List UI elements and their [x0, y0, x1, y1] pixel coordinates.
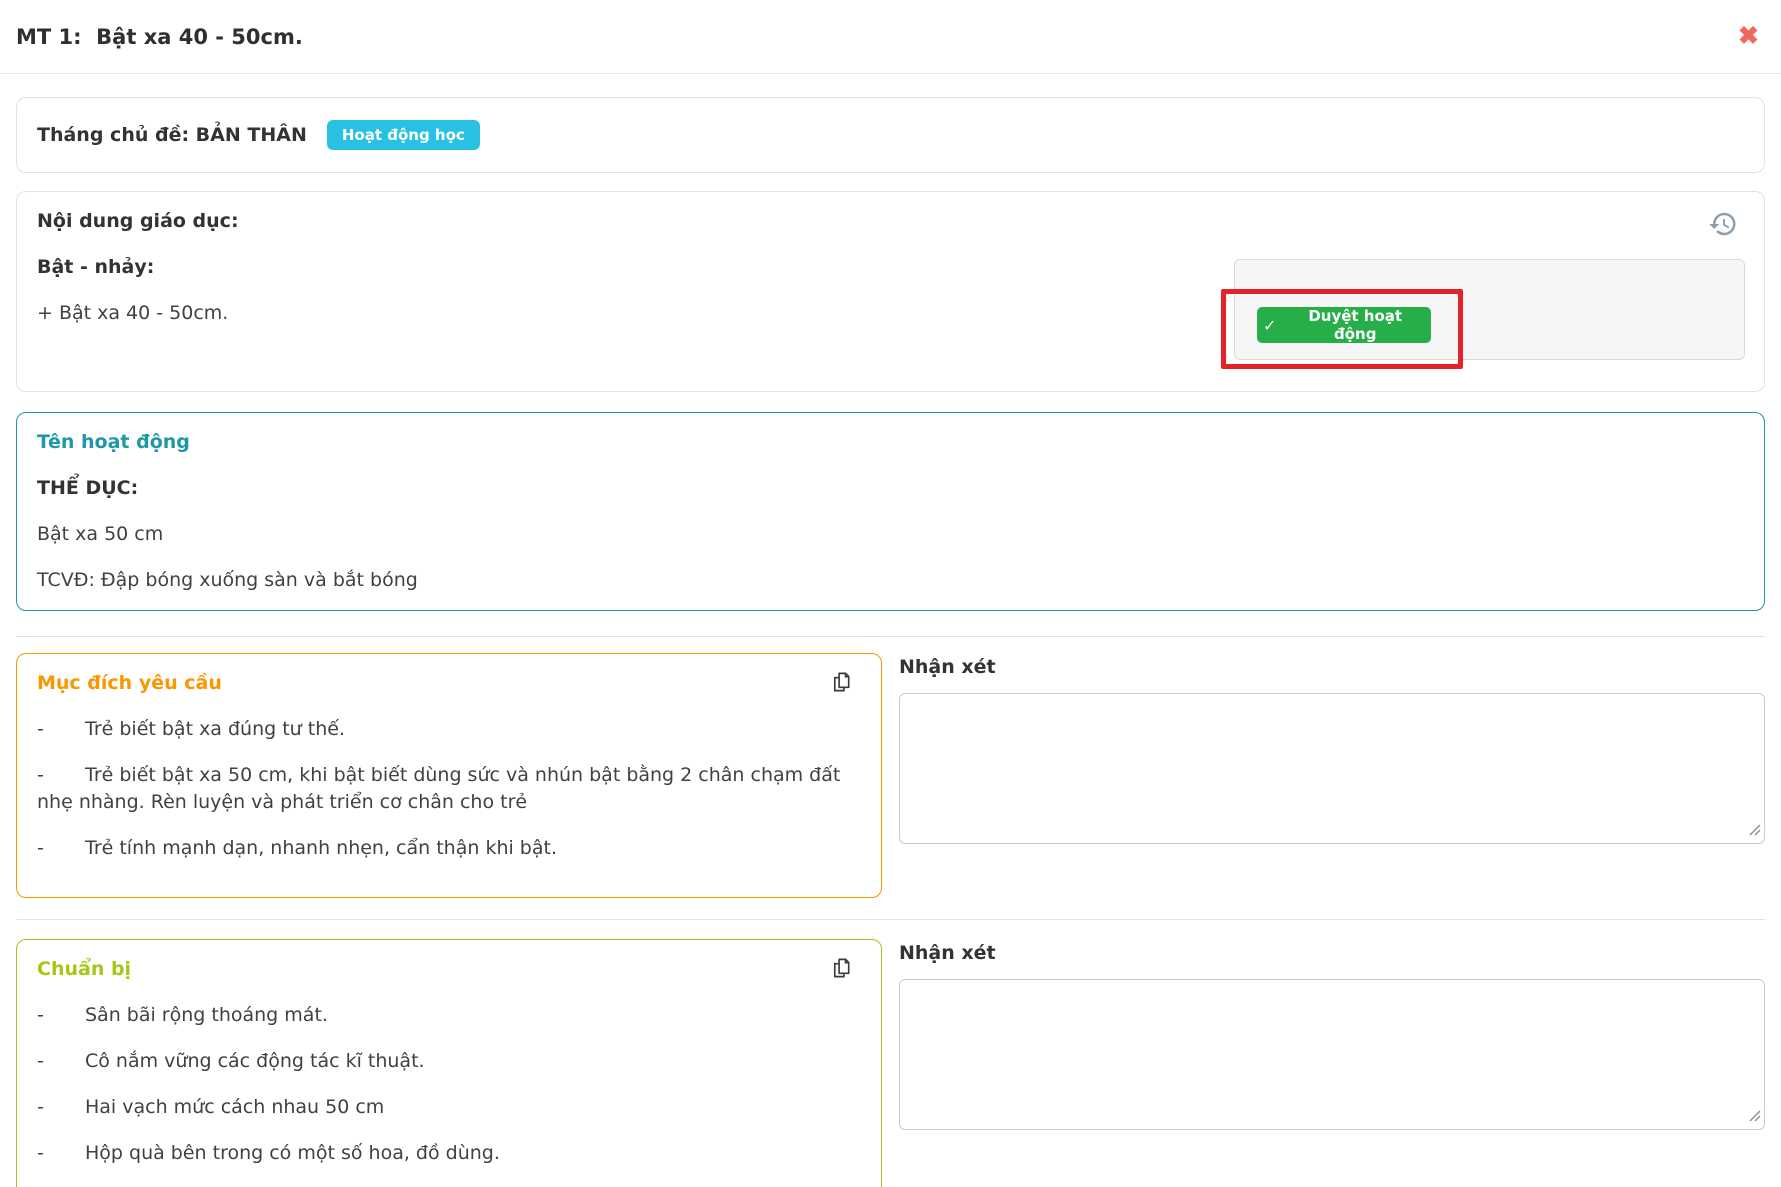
- copy-button[interactable]: [830, 670, 853, 697]
- list-item: -Trẻ biết bật xa đúng tư thế.: [37, 716, 861, 743]
- comment-label: Nhận xét: [899, 654, 1765, 681]
- approve-activity-label: Duyệt hoạt động: [1285, 307, 1425, 343]
- list-item: -Hai vạch mức cách nhau 50 cm: [37, 1094, 861, 1121]
- preparation-title: Chuẩn bị: [37, 956, 861, 983]
- list-item: -Sân bãi rộng thoáng mát.: [37, 1002, 861, 1029]
- preparation-comment-textarea[interactable]: [899, 979, 1765, 1130]
- month-theme-title: Tháng chủ đề: BẢN THÂN: [37, 124, 307, 146]
- list-item: -Trẻ biết bật xa 50 cm, khi bật biết dùn…: [37, 762, 861, 816]
- month-theme-card: Tháng chủ đề: BẢN THÂN Hoạt động học: [16, 97, 1765, 173]
- comment-textarea-wrap: [899, 693, 1765, 844]
- preparation-card: Chuẩn bị -Sân bãi rộng thoáng mát. -Cô n…: [16, 939, 882, 1187]
- close-button[interactable]: ✖: [1734, 20, 1763, 53]
- resize-handle-icon[interactable]: [1749, 1107, 1761, 1126]
- copy-icon: [830, 968, 853, 983]
- close-icon: ✖: [1738, 22, 1759, 50]
- page-title: MT 1: Bật xa 40 - 50cm.: [16, 25, 303, 49]
- copy-button[interactable]: [830, 956, 853, 983]
- approve-panel: ✓ Duyệt hoạt động: [1234, 259, 1745, 360]
- modal-header: MT 1: Bật xa 40 - 50cm. ✖: [0, 0, 1781, 74]
- check-icon: ✓: [1263, 316, 1276, 335]
- section-divider: [16, 636, 1765, 637]
- list-item: -Trẻ tính mạnh dạn, nhanh nhẹn, cẩn thận…: [37, 835, 861, 862]
- activity-detail-modal: MT 1: Bật xa 40 - 50cm. ✖ Tháng chủ đề: …: [0, 0, 1781, 1187]
- copy-icon: [830, 682, 853, 697]
- purpose-section: Mục đích yêu cầu -Trẻ biết bật xa đúng t…: [16, 653, 1765, 898]
- activity-name-title: Tên hoạt động: [37, 429, 1744, 456]
- list-item: -Cô nắm vững các động tác kĩ thuật.: [37, 1048, 861, 1075]
- activity-line: TCVĐ: Đập bóng xuống sàn và bắt bóng: [37, 567, 1744, 594]
- comment-textarea-wrap: [899, 979, 1765, 1130]
- education-content-title: Nội dung giáo dục:: [37, 208, 1744, 235]
- purpose-title: Mục đích yêu cầu: [37, 670, 861, 697]
- modal-body: Tháng chủ đề: BẢN THÂN Hoạt động học Nội…: [0, 97, 1781, 1187]
- education-content-card: Nội dung giáo dục: Bật - nhảy: + Bật xa …: [16, 191, 1765, 392]
- activity-name-card: Tên hoạt động THỂ DỤC: Bật xa 50 cm TCVĐ…: [16, 412, 1765, 611]
- resize-handle-icon[interactable]: [1749, 821, 1761, 840]
- approve-activity-button[interactable]: ✓ Duyệt hoạt động: [1257, 307, 1431, 343]
- purpose-card: Mục đích yêu cầu -Trẻ biết bật xa đúng t…: [16, 653, 882, 898]
- purpose-comment-textarea[interactable]: [899, 693, 1765, 844]
- list-item: -Hộp quà bên trong có một số hoa, đồ dùn…: [37, 1140, 861, 1167]
- activity-type-badge: Hoạt động học: [327, 120, 480, 151]
- history-button[interactable]: [1708, 209, 1738, 242]
- preparation-comment-column: Nhận xét: [899, 939, 1765, 1187]
- comment-label: Nhận xét: [899, 940, 1765, 967]
- activity-line: Bật xa 50 cm: [37, 521, 1744, 548]
- history-icon: [1708, 227, 1738, 242]
- activity-line: THỂ DỤC:: [37, 475, 1744, 502]
- preparation-section: Chuẩn bị -Sân bãi rộng thoáng mát. -Cô n…: [16, 939, 1765, 1187]
- purpose-comment-column: Nhận xét: [899, 653, 1765, 898]
- section-divider: [16, 919, 1765, 920]
